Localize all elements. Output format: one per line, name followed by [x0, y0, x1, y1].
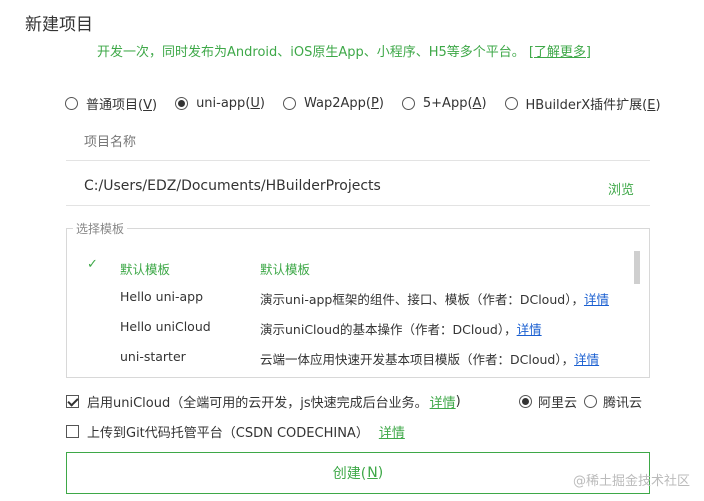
unicloud-hint-end: ) [455, 394, 461, 409]
unicloud-detail-link[interactable]: 详情 [430, 392, 456, 411]
template-detail-link[interactable]: 详情 [517, 322, 542, 337]
create-label-end: ) [377, 465, 384, 481]
type-label: Wap2App(P) [303, 96, 384, 111]
create-shortcut: N [367, 465, 378, 481]
radio-selected-icon [519, 395, 532, 408]
type-option-5plus-app[interactable]: 5+App(A) [401, 96, 487, 111]
template-item-uni-starter[interactable]: uni-starter 云端一体应用快速开发基本项目模版（作者：DCloud），… [67, 346, 622, 370]
checkmark-icon: ✓ [87, 257, 98, 272]
type-option-normal[interactable]: 普通项目(V) [65, 94, 157, 113]
type-label: 5+App(A) [422, 96, 487, 111]
template-detail-link[interactable]: 详情 [584, 292, 609, 307]
git-label[interactable]: 上传到Git代码托管平台（CSDN CODECHINA） [87, 422, 369, 441]
browse-button[interactable]: 浏览 [608, 179, 634, 198]
template-desc: 演示uni-app框架的组件、接口、模板（作者：DCloud），详情 [260, 292, 609, 307]
template-name: uni-starter [120, 349, 186, 364]
type-label: 普通项目(V) [86, 98, 158, 113]
learn-more-link[interactable]: [了解更多] [529, 45, 591, 60]
provider-aliyun[interactable]: 阿里云 [519, 392, 577, 411]
template-list[interactable]: ✓ 默认模板 默认模板 Hello uni-app 演示uni-app框架的组件… [66, 228, 650, 378]
subtitle-text: 开发一次，同时发布为Android、iOS原生App、小程序、H5等多个平台。 [97, 45, 525, 60]
project-name-row [66, 125, 650, 161]
radio-icon [504, 97, 518, 110]
create-label: 创建( [332, 466, 367, 482]
dialog-title: 新建项目 [25, 15, 93, 35]
create-button[interactable]: 创建(N) [66, 452, 650, 494]
project-name-input[interactable] [66, 125, 650, 159]
type-label: HBuilderX插件扩展(E) [525, 98, 661, 113]
project-type-group: 普通项目(V) uni-app(U) Wap2App(P) 5+App(A) H… [65, 94, 661, 113]
provider-tencent[interactable]: 腾讯云 [584, 392, 642, 411]
unicloud-option: 启用uniCloud （全端可用的云开发，js快速完成后台业务。 详情) [66, 392, 461, 411]
git-option: 上传到Git代码托管平台（CSDN CODECHINA） 详情 [66, 422, 405, 441]
radio-selected-icon [175, 97, 189, 110]
template-scrollbar[interactable] [634, 251, 640, 284]
type-option-hbuilderx-plugin[interactable]: HBuilderX插件扩展(E) [504, 94, 661, 113]
template-name: Hello uniCloud [120, 319, 211, 334]
unicloud-checkbox[interactable] [66, 395, 79, 408]
radio-icon [65, 97, 78, 110]
template-desc: 演示uniCloud的基本操作（作者：DCloud），详情 [260, 322, 542, 337]
subtitle: 开发一次，同时发布为Android、iOS原生App、小程序、H5等多个平台。 [… [97, 41, 591, 60]
template-name: Hello uni-app [120, 289, 204, 304]
template-desc: 云端一体应用快速开发基本项目模版（作者：DCloud），详情 [260, 352, 600, 367]
git-checkbox[interactable] [66, 425, 79, 438]
type-option-wap2app[interactable]: Wap2App(P) [282, 96, 384, 111]
template-item-hello-uni-app[interactable]: Hello uni-app 演示uni-app框架的组件、接口、模板（作者：DC… [67, 286, 622, 310]
git-detail-link[interactable]: 详情 [379, 422, 405, 441]
unicloud-label[interactable]: 启用uniCloud [87, 392, 170, 411]
provider-label: 腾讯云 [603, 396, 643, 411]
type-option-uni-app[interactable]: uni-app(U) [175, 96, 265, 111]
radio-icon [401, 97, 415, 110]
project-location-row: C:/Users/EDZ/Documents/HBuilderProjects … [66, 170, 650, 206]
unicloud-hint: （全端可用的云开发，js快速完成后台业务。 [170, 396, 428, 411]
radio-icon [282, 97, 296, 110]
template-name: 默认模板 [120, 262, 171, 277]
watermark: @稀土掘金技术社区 [572, 474, 690, 489]
provider-label: 阿里云 [538, 396, 578, 411]
type-label: uni-app(U) [196, 96, 265, 111]
project-path-input[interactable]: C:/Users/EDZ/Documents/HBuilderProjects [84, 178, 381, 194]
template-item-default[interactable]: ✓ 默认模板 默认模板 [67, 256, 622, 280]
radio-icon [584, 395, 597, 408]
template-desc: 默认模板 [260, 262, 311, 277]
template-item-hello-unicloud[interactable]: Hello uniCloud 演示uniCloud的基本操作（作者：DCloud… [67, 316, 622, 340]
template-detail-link[interactable]: 详情 [574, 352, 599, 367]
template-legend: 选择模板 [73, 220, 128, 237]
